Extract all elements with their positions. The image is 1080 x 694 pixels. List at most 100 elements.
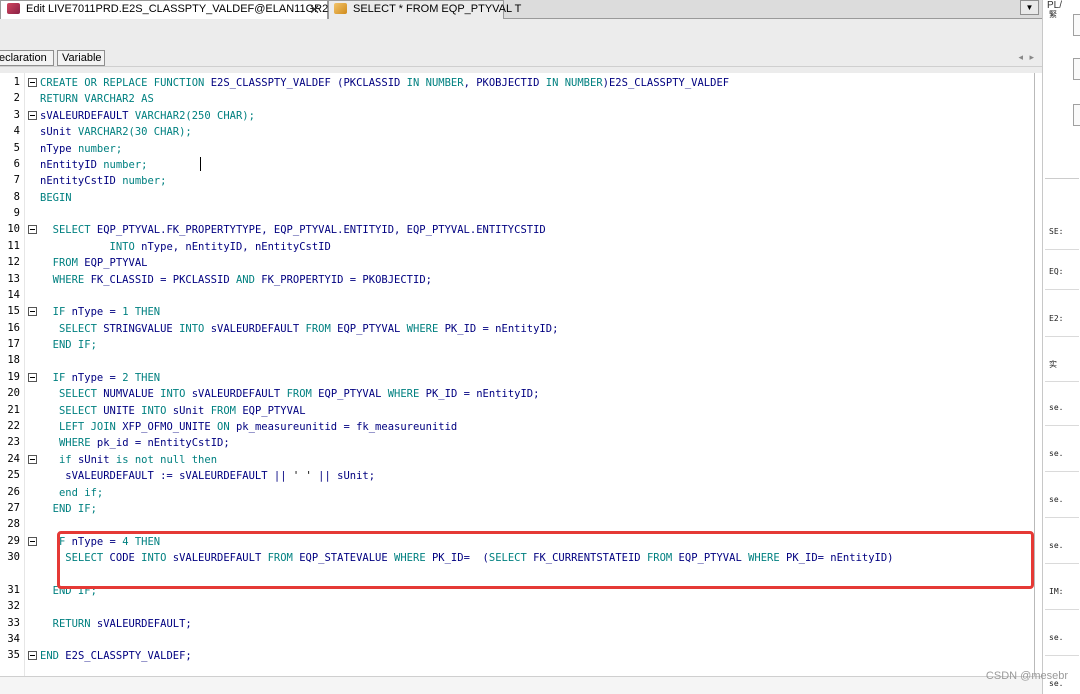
close-tab-icon[interactable]: ✕ <box>309 1 320 18</box>
code-line[interactable]: IF nType = 1 THEN <box>40 305 160 319</box>
code-token: EQP_PTYVAL <box>318 388 388 401</box>
code-line[interactable]: END IF; <box>40 502 97 516</box>
code-token: IF <box>40 371 72 384</box>
side-panel-row[interactable]: se. <box>1049 541 1063 550</box>
fold-toggle-icon[interactable] <box>28 225 37 235</box>
divider <box>1045 655 1079 656</box>
divider <box>1045 517 1079 518</box>
side-panel-row[interactable]: 緊 <box>1049 9 1057 20</box>
code-token: , PKOBJECTID <box>463 77 546 89</box>
code-token: is not null then <box>115 453 218 466</box>
side-panel-row[interactable]: se. <box>1049 633 1063 642</box>
line-number: 9 <box>13 207 20 220</box>
code-line[interactable]: SELECT STRINGVALUE INTO sVALEURDEFAULT F… <box>40 322 558 336</box>
code-token: sUnit <box>172 404 211 417</box>
code-token: E2S_CLASSPTY_VALDEF; <box>65 650 192 663</box>
line-number: 12 <box>7 256 20 269</box>
line-number: 28 <box>7 518 20 531</box>
code-line[interactable]: sVALEURDEFAULT VARCHAR2(250 CHAR); <box>40 109 255 123</box>
divider <box>1045 289 1079 290</box>
code-line[interactable]: RETURN VARCHAR2 AS <box>40 92 154 106</box>
fold-toggle-icon[interactable] <box>28 372 37 382</box>
line-number: 16 <box>7 321 20 334</box>
fold-toggle-icon[interactable] <box>28 536 37 546</box>
code-line[interactable]: BEGIN <box>40 191 72 205</box>
tab-sql-query[interactable]: SELECT * FROM EQP_PTYVAL T <box>328 0 521 19</box>
code-token: END <box>40 650 66 663</box>
code-line[interactable]: nType number; <box>40 142 122 156</box>
fold-toggle-icon[interactable] <box>28 651 37 661</box>
code-token: BEGIN <box>40 191 72 204</box>
side-panel-row[interactable]: IM: <box>1049 587 1063 596</box>
side-panel-list: 緊 SE: EQ: E2: 实 se. se. se. se. IM: se. se. <box>1045 10 1079 688</box>
side-panel-row[interactable]: EQ: <box>1049 267 1063 276</box>
line-number: 23 <box>7 436 20 449</box>
side-panel-row[interactable]: 实 <box>1049 359 1057 370</box>
code-token: ON <box>217 420 236 433</box>
side-panel-tool-button[interactable] <box>1073 58 1080 80</box>
fold-toggle-icon[interactable] <box>28 454 37 464</box>
code-line[interactable]: RETURN sVALEURDEFAULT; <box>40 617 192 631</box>
line-number: 1 <box>13 76 20 88</box>
fold-toggle-icon[interactable] <box>28 110 37 120</box>
side-panel-row[interactable]: E2: <box>1049 314 1063 323</box>
tab-list-dropdown-button[interactable]: ▼ <box>1020 0 1039 15</box>
tab-scroll-arrows[interactable]: ◂ ▸ <box>1018 52 1036 63</box>
code-token: WHERE <box>387 388 426 401</box>
line-number: 14 <box>7 288 20 301</box>
code-line[interactable]: FROM EQP_PTYVAL <box>40 256 148 270</box>
code-token: number; <box>77 142 123 155</box>
code-line[interactable]: WHERE pk_id = nEntityCstID; <box>40 436 230 450</box>
code-token: CREATE OR REPLACE FUNCTION <box>40 77 211 89</box>
side-panel-row[interactable]: se. <box>1049 403 1063 412</box>
fold-toggle-icon[interactable] <box>28 307 37 317</box>
code-line[interactable]: if sUnit is not null then <box>40 453 217 467</box>
code-line[interactable]: IF nType = 2 THEN <box>40 371 160 385</box>
code-token: EQP_PTYVAL <box>337 322 407 335</box>
line-number: 13 <box>7 272 20 285</box>
code-line[interactable]: WHERE FK_CLASSID = PKCLASSID AND FK_PROP… <box>40 273 432 287</box>
code-token: SELECT <box>40 404 104 417</box>
line-number: 19 <box>7 370 20 383</box>
code-line[interactable]: INTO nType, nEntityID, nEntityCstID <box>40 240 331 254</box>
code-token: nType, nEntityID, nEntityCstID <box>141 240 331 253</box>
side-panel-row[interactable]: se. <box>1049 495 1063 504</box>
code-token: VARCHAR2(30 CHAR); <box>77 126 192 139</box>
code-line[interactable]: end if; <box>40 486 103 500</box>
text-cursor <box>200 157 201 171</box>
code-token: INTO <box>141 404 173 417</box>
subtab-variable[interactable]: Variable <box>57 50 105 66</box>
code-line[interactable]: SELECT EQP_PTYVAL.FK_PROPERTYTYPE, EQP_P… <box>40 223 546 237</box>
code-line[interactable]: sUnit VARCHAR2(30 CHAR); <box>40 125 192 139</box>
side-panel-tool-button[interactable] <box>1073 14 1080 36</box>
line-number: 3 <box>13 108 20 121</box>
code-token: FK_CLASSID = PKCLASSID <box>90 273 236 286</box>
line-number: 33 <box>7 616 20 629</box>
code-token: VARCHAR2(250 CHAR); <box>134 109 255 122</box>
code-line[interactable]: sVALEURDEFAULT := sVALEURDEFAULT || ' ' … <box>40 469 375 483</box>
code-token: pk_id = nEntityCstID; <box>96 437 230 450</box>
code-token: END IF; <box>40 339 97 352</box>
code-line[interactable]: CREATE OR REPLACE FUNCTION E2S_CLASSPTY_… <box>40 76 729 90</box>
code-line[interactable]: nEntityCstID number; <box>40 174 166 188</box>
code-line[interactable]: nEntityID number; <box>40 158 147 172</box>
code-line[interactable]: SELECT UNITE INTO sUnit FROM EQP_PTYVAL <box>40 404 306 418</box>
editor-subtoolbar: eclaration Variable ◂ ▸ <box>0 19 1042 73</box>
code-token: 1 THEN <box>122 306 161 319</box>
code-line[interactable]: END E2S_CLASSPTY_VALDEF; <box>40 649 192 663</box>
subtab-declaration[interactable]: eclaration <box>0 50 54 66</box>
code-token: INTO <box>179 322 211 335</box>
code-token: END IF; <box>40 502 97 515</box>
line-number: 25 <box>7 469 20 482</box>
code-line[interactable]: SELECT NUMVALUE INTO sVALEURDEFAULT FROM… <box>40 387 540 401</box>
code-line[interactable]: END IF; <box>40 338 97 352</box>
code-line[interactable]: LEFT JOIN XFP_OFMO_UNITE ON pk_measureun… <box>40 420 457 434</box>
side-panel-row[interactable]: SE: <box>1049 227 1063 236</box>
line-number: 17 <box>7 338 20 351</box>
code-token: XFP_OFMO_UNITE <box>122 420 218 433</box>
tab-edit-function[interactable]: Edit LIVE7011PRD.E2S_CLASSPTY_VALDEF@ELA… <box>0 0 328 19</box>
side-panel-tool-button[interactable] <box>1073 104 1080 126</box>
side-panel-row[interactable]: se. <box>1049 449 1063 458</box>
code-token: sVALEURDEFAULT <box>191 388 287 401</box>
fold-toggle-icon[interactable] <box>28 78 37 87</box>
